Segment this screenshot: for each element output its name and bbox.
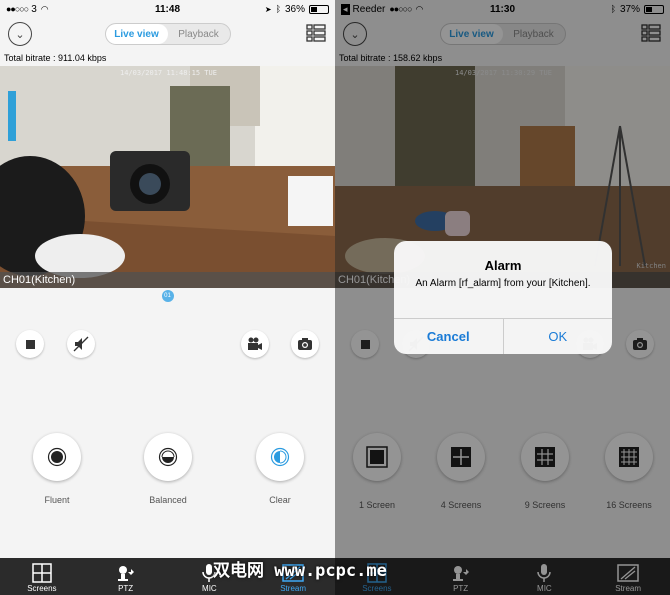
clear-button[interactable] xyxy=(256,433,304,481)
camera-icon xyxy=(298,338,312,350)
stop-button[interactable] xyxy=(16,330,44,358)
balanced-label: Balanced xyxy=(149,495,187,505)
alarm-alert-dialog: Alarm An Alarm [rf_alarm] from your [Kit… xyxy=(394,241,612,354)
cancel-button[interactable]: Cancel xyxy=(394,319,504,354)
battery-icon xyxy=(309,4,329,14)
balanced-button[interactable] xyxy=(144,433,192,481)
page-number: 01 xyxy=(161,290,174,302)
alert-title: Alarm xyxy=(484,258,522,273)
snapshot-button[interactable] xyxy=(291,330,319,358)
playback-controls xyxy=(0,304,335,404)
top-bar: ⌄ Live view Playback xyxy=(0,18,335,50)
chevron-down-icon: ⌄ xyxy=(15,28,25,41)
screens-icon xyxy=(32,563,52,583)
status-time: 11:48 xyxy=(154,3,181,15)
clear-icon xyxy=(270,447,290,467)
fluent-label: Fluent xyxy=(44,495,70,505)
balanced-option[interactable]: Balanced xyxy=(138,433,198,505)
collapse-button[interactable]: ⌄ xyxy=(8,22,32,46)
fluent-button[interactable] xyxy=(33,433,81,481)
status-bar: ●●○○○ 3 ◠ 11:48 ➤ ᛒ 36% xyxy=(0,0,335,18)
alert-message: An Alarm [rf_alarm] from your [Kitchen]. xyxy=(415,278,591,289)
view-mode-switch: Live view Playback xyxy=(104,23,231,45)
record-button[interactable] xyxy=(241,330,269,358)
stop-icon xyxy=(25,339,35,349)
tab-ptz[interactable]: PTZ xyxy=(84,558,168,595)
ok-button[interactable]: OK xyxy=(504,319,613,354)
clear-option[interactable]: Clear xyxy=(250,433,310,505)
tab-mic-label: MIC xyxy=(202,584,217,593)
tab-playback[interactable]: Playback xyxy=(168,24,230,44)
mute-icon xyxy=(73,336,89,352)
tab-screens-label: Screens xyxy=(27,584,57,593)
tab-live-view[interactable]: Live view xyxy=(105,24,168,44)
site-watermark: 双电网 www.pcpc.me xyxy=(213,561,387,581)
tab-ptz-label: PTZ xyxy=(118,584,134,593)
tab-screens[interactable]: Screens xyxy=(0,558,84,595)
page-indicator: 01 xyxy=(0,288,335,304)
alert-buttons: Cancel OK xyxy=(394,318,612,354)
video-timestamp: 14/03/2017 11:48:15 TUE xyxy=(120,69,217,77)
video-camera-icon xyxy=(248,337,262,350)
clear-label: Clear xyxy=(269,495,291,505)
channel-label: CH01(Kitchen) xyxy=(0,272,335,288)
fluent-icon xyxy=(47,447,67,467)
total-bitrate: Total bitrate : 911.04 kbps xyxy=(4,53,107,63)
live-video-feed[interactable]: 14/03/2017 11:48:15 TUE CH01(Kitchen) xyxy=(0,66,335,288)
balanced-icon xyxy=(158,447,178,467)
fluent-option[interactable]: Fluent xyxy=(27,433,87,505)
camera-image xyxy=(0,66,335,288)
channel-list-icon xyxy=(306,24,326,42)
channel-list-button[interactable] xyxy=(305,22,327,44)
ptz-icon xyxy=(117,566,134,581)
tab-stream-label: Stream xyxy=(280,584,307,593)
left-phone-screen: ●●○○○ 3 ◠ 11:48 ➤ ᛒ 36% ⌄ Live view Play… xyxy=(0,0,335,595)
right-phone-screen: ◂ Reeder ●●○○○ ◠ 11:30 ᛒ 37% ⌄ Live view… xyxy=(335,0,670,595)
screenshot-pair: ●●○○○ 3 ◠ 11:48 ➤ ᛒ 36% ⌄ Live view Play… xyxy=(0,0,670,595)
mute-button[interactable] xyxy=(67,330,95,358)
